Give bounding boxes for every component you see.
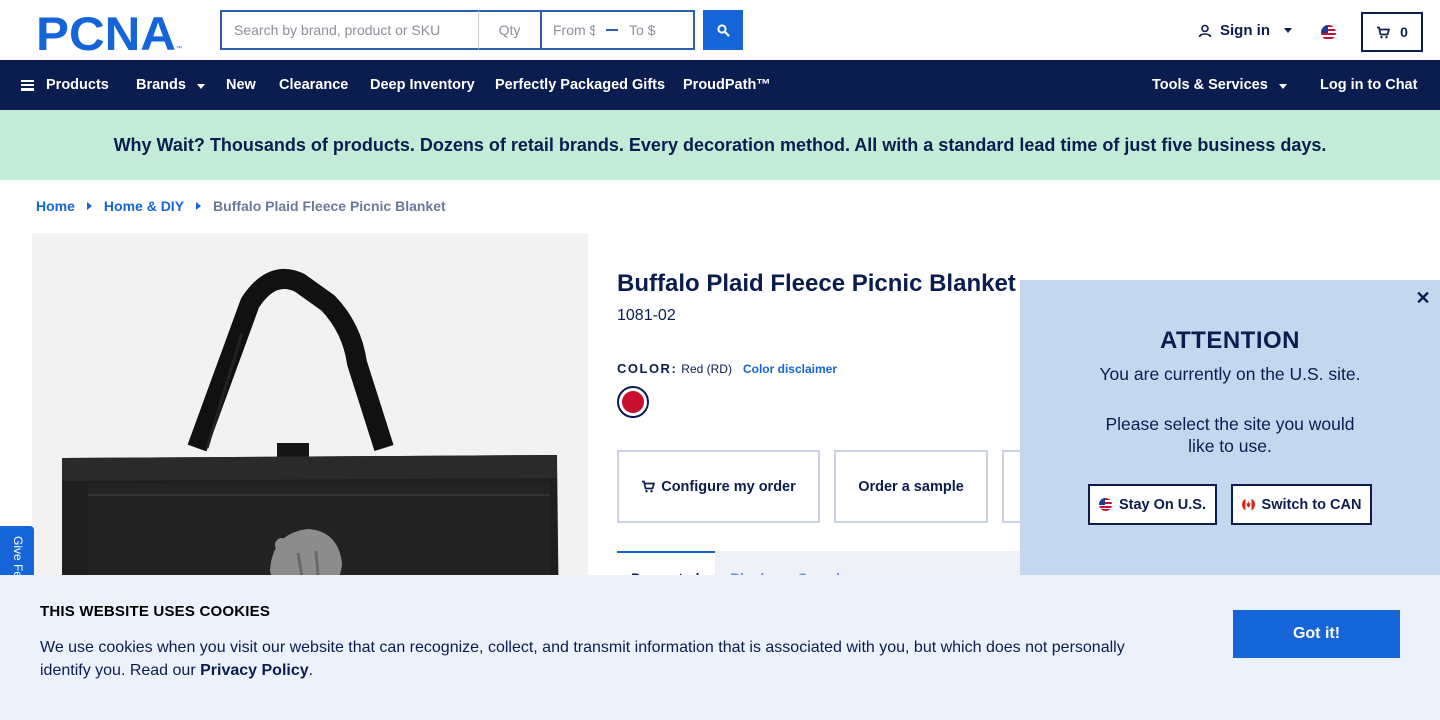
cart-icon: [642, 480, 656, 493]
attention-message-current: You are currently on the U.S. site.: [1099, 364, 1361, 384]
nav-clearance[interactable]: Clearance: [279, 60, 348, 110]
sign-in-menu[interactable]: Sign in: [1198, 22, 1292, 39]
configure-order-button[interactable]: Configure my order: [617, 450, 820, 523]
price-range: [540, 10, 695, 50]
nav-tools-services[interactable]: Tools & Services: [1152, 60, 1287, 110]
price-to-input[interactable]: [618, 22, 682, 38]
attention-title: ATTENTION: [1159, 327, 1301, 354]
sign-in-label: Sign in: [1220, 22, 1270, 39]
color-swatch-red[interactable]: [617, 386, 649, 418]
hamburger-icon: [21, 79, 34, 91]
nav-new[interactable]: New: [226, 60, 256, 110]
nav-proudpath[interactable]: ProudPath™: [683, 60, 771, 110]
search-button[interactable]: [703, 10, 743, 50]
stay-us-button[interactable]: Stay On U.S.: [1088, 484, 1217, 525]
color-value: Red (RD): [681, 361, 732, 376]
swatch-fill: [622, 391, 644, 413]
nav-new-label: New: [226, 77, 256, 93]
product-sku: 1081-02: [617, 307, 676, 324]
nav-products-label: Products: [46, 77, 109, 93]
nav-products[interactable]: Products: [21, 60, 109, 110]
breadcrumb: Home Home & DIY Buffalo Plaid Fleece Pic…: [36, 198, 446, 214]
cart-button[interactable]: 0: [1361, 12, 1423, 52]
cookie-period: .: [308, 662, 314, 679]
nav-gifts-label: Perfectly Packaged Gifts: [495, 77, 666, 93]
order-sample-button[interactable]: Order a sample: [834, 450, 988, 523]
nav-brands[interactable]: Brands: [136, 60, 205, 110]
breadcrumb-home-diy[interactable]: Home & DIY: [104, 198, 184, 214]
us-flag-icon: [1098, 498, 1112, 511]
svg-text:™: ™: [176, 45, 182, 52]
stay-us-label: Stay On U.S.: [1118, 496, 1207, 513]
configure-order-label: Configure my order: [661, 478, 796, 495]
breadcrumb-home[interactable]: Home: [36, 198, 75, 214]
cart-icon: [1377, 26, 1390, 38]
cookie-title: THIS WEBSITE USES COOKIES: [40, 603, 271, 620]
switch-can-label: Switch to CAN: [1261, 496, 1362, 513]
search-input[interactable]: [220, 10, 478, 50]
us-flag-icon[interactable]: [1321, 25, 1336, 40]
site-selector-modal: ✕ ATTENTION You are currently on the U.S…: [1020, 280, 1440, 580]
nav-brands-label: Brands: [136, 77, 186, 93]
qty-input[interactable]: [478, 10, 540, 50]
price-range-dash: [606, 29, 618, 31]
privacy-policy-link[interactable]: Privacy Policy: [200, 662, 309, 679]
breadcrumb-current: Buffalo Plaid Fleece Picnic Blanket: [213, 198, 446, 214]
cookie-text: We use cookies when you visit our websit…: [40, 636, 1140, 682]
svg-text:PCNA: PCNA: [36, 12, 176, 52]
order-sample-label: Order a sample: [858, 478, 964, 495]
price-from-input[interactable]: [542, 22, 606, 38]
user-icon: [1198, 24, 1212, 37]
promo-text: Why Wait? Thousands of products. Dozens …: [113, 134, 1327, 155]
nav-deep-inventory-label: Deep Inventory: [370, 77, 475, 93]
chevron-right-icon: [86, 202, 92, 210]
cart-count: 0: [1400, 24, 1408, 40]
pcna-logo[interactable]: PCNA ™: [36, 12, 184, 52]
chevron-down-icon: [1278, 83, 1287, 89]
chevron-right-icon: [196, 202, 202, 210]
color-label: COLOR:: [617, 361, 678, 376]
cookie-accept-button[interactable]: Got it!: [1233, 610, 1400, 658]
switch-can-button[interactable]: Switch to CAN: [1231, 484, 1372, 525]
close-icon[interactable]: ✕: [1413, 288, 1433, 308]
attention-message-select: Please select the site you would like to…: [1105, 414, 1355, 456]
chevron-down-icon: [1284, 28, 1292, 33]
cookie-banner: THIS WEBSITE USES COOKIES We use cookies…: [0, 575, 1440, 720]
site-header: PCNA ™ Sign in: [0, 0, 1440, 60]
color-row: COLOR: Red (RD) Color disclaimer: [617, 361, 837, 376]
nav-clearance-label: Clearance: [279, 77, 349, 93]
search-bar: [220, 10, 695, 50]
chevron-down-icon: [196, 83, 205, 89]
nav-tools-label: Tools & Services: [1152, 77, 1268, 93]
nav-chat-label: Log in to Chat: [1320, 77, 1418, 93]
nav-perfectly-packaged-gifts[interactable]: Perfectly Packaged Gifts: [495, 60, 665, 110]
canada-flag-icon: [1241, 498, 1255, 511]
nav-deep-inventory[interactable]: Deep Inventory: [370, 60, 475, 110]
nav-proudpath-label: ProudPath™: [683, 77, 771, 93]
search-icon: [716, 23, 730, 37]
promo-banner: Why Wait? Thousands of products. Dozens …: [0, 110, 1440, 180]
nav-log-in-chat[interactable]: Log in to Chat: [1320, 60, 1417, 110]
main-nav: Products Brands New Clearance Deep Inven…: [0, 60, 1440, 110]
product-title: Buffalo Plaid Fleece Picnic Blanket: [617, 270, 1016, 297]
color-disclaimer-link[interactable]: Color disclaimer: [743, 362, 837, 376]
